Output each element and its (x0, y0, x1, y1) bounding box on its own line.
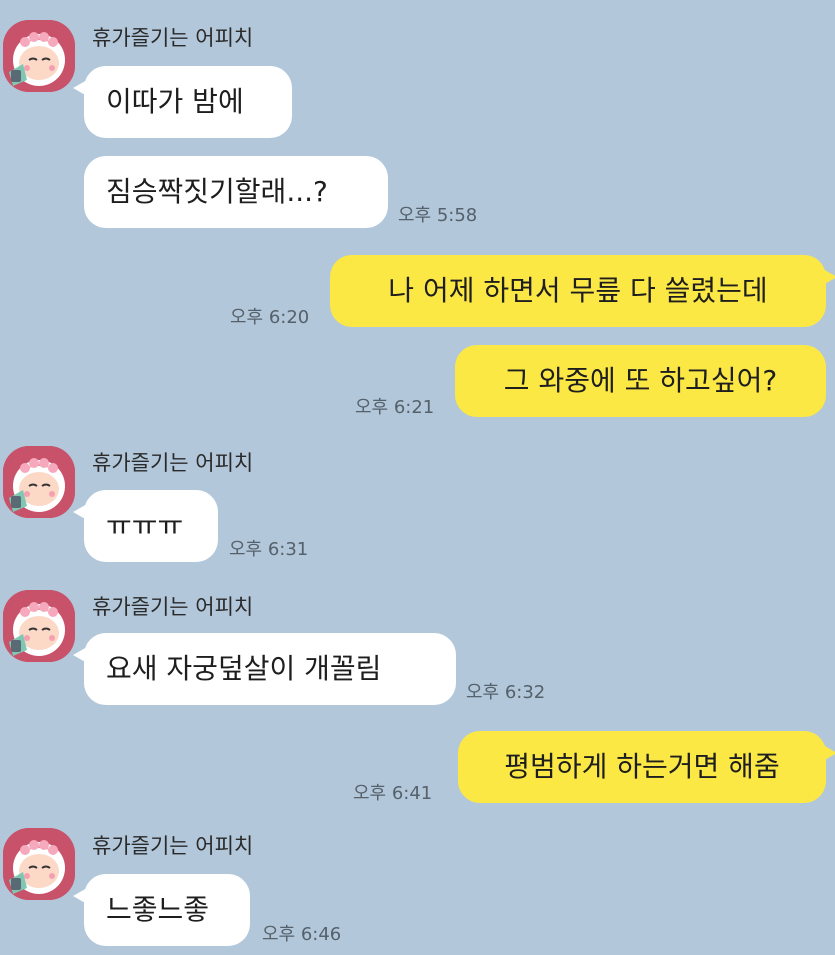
message-text: 짐승짝짓기할래...? (106, 175, 328, 208)
bubble-tail (823, 745, 835, 761)
apeach-avatar-icon[interactable] (3, 590, 75, 662)
message-time: 오후 6:46 (262, 924, 342, 945)
sender-name: 휴가즐기는 어피치 (92, 834, 254, 858)
message-time: 오후 5:58 (398, 205, 478, 226)
message-time: 오후 6:41 (353, 783, 433, 804)
message-text: 그 와중에 또 하고싶어? (503, 364, 778, 397)
message-bubble-outgoing[interactable]: 그 와중에 또 하고싶어? (455, 345, 826, 417)
message-time: 오후 6:32 (466, 682, 546, 703)
message-text: ㅠㅠㅠ (106, 509, 184, 542)
message-bubble-incoming[interactable]: ㅠㅠㅠ (73, 490, 218, 562)
sender-name: 휴가즐기는 어피치 (92, 26, 254, 50)
message-bubble-outgoing[interactable]: 평범하게 하는거면 해줌 (458, 731, 835, 803)
apeach-avatar-icon[interactable] (3, 20, 75, 92)
message-text: 이따가 밤에 (106, 85, 244, 118)
sender-name: 휴가즐기는 어피치 (92, 595, 254, 619)
message-text: 나 어제 하면서 무릎 다 쓸렸는데 (388, 274, 768, 307)
message-time: 오후 6:21 (355, 397, 435, 418)
bubble-tail (73, 504, 87, 520)
apeach-avatar-icon[interactable] (3, 446, 75, 518)
apeach-avatar-icon[interactable] (3, 828, 75, 900)
message-bubble-incoming[interactable]: 이따가 밤에 (73, 66, 292, 138)
bubble-tail (73, 647, 87, 663)
message-bubble-incoming[interactable]: 느좋느좋 (73, 874, 250, 946)
bubble-tail (73, 888, 87, 904)
bubble-tail (73, 80, 87, 96)
message-text: 평범하게 하는거면 해줌 (504, 750, 780, 783)
bubble-tail (823, 269, 835, 285)
message-time: 오후 6:20 (230, 307, 310, 328)
message-text: 느좋느좋 (106, 893, 210, 926)
message-bubble-incoming[interactable]: 요새 자궁덮살이 개꼴림 (73, 633, 456, 705)
sender-name: 휴가즐기는 어피치 (92, 451, 254, 475)
message-bubble-outgoing[interactable]: 나 어제 하면서 무릎 다 쓸렸는데 (330, 255, 835, 327)
message-time: 오후 6:31 (229, 539, 309, 560)
message-text: 요새 자궁덮살이 개꼴림 (106, 652, 382, 685)
message-bubble-incoming[interactable]: 짐승짝짓기할래...? (84, 156, 388, 228)
